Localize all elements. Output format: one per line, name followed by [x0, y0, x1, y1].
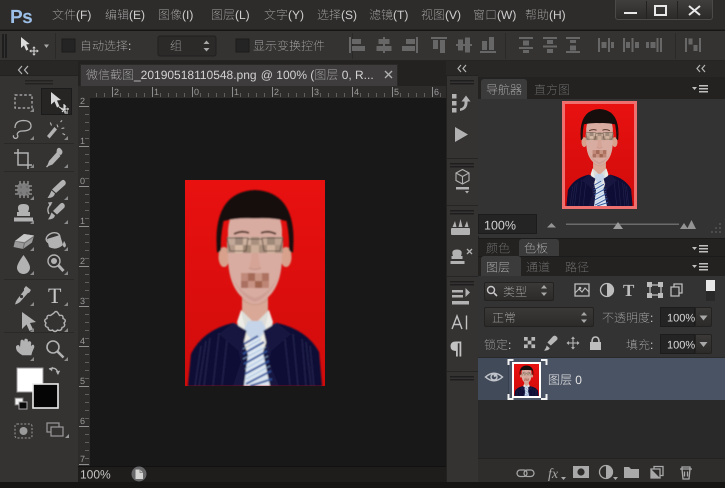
svg-text:100%: 100%	[667, 313, 695, 325]
svg-text:4: 4	[80, 336, 85, 346]
svg-text:_20190518110548.png: _20190518110548.png	[133, 68, 257, 82]
svg-text:(Y): (Y)	[288, 8, 304, 22]
svg-text:R...: R...	[355, 68, 374, 82]
svg-text:Ps: Ps	[10, 7, 32, 28]
svg-text::: :	[650, 338, 653, 352]
svg-text:0: 0	[575, 373, 582, 387]
svg-text::: :	[650, 311, 653, 325]
svg-text:(W): (W)	[497, 8, 516, 22]
svg-text:4: 4	[354, 87, 359, 97]
svg-text:3: 3	[314, 87, 319, 97]
svg-text:1: 1	[80, 136, 85, 146]
svg-text:100%: 100%	[80, 468, 111, 482]
svg-text:(: (	[310, 68, 314, 82]
svg-text:6: 6	[434, 87, 439, 97]
svg-text:(F): (F)	[76, 8, 91, 22]
svg-text:5: 5	[80, 376, 85, 386]
svg-text:(E): (E)	[129, 8, 145, 22]
svg-text:7: 7	[80, 454, 85, 464]
svg-text:0: 0	[80, 176, 85, 186]
svg-text:100%: 100%	[276, 68, 307, 82]
svg-text:100%: 100%	[667, 340, 695, 352]
svg-text:3: 3	[80, 296, 85, 306]
svg-text:(I): (I)	[182, 8, 193, 22]
svg-text:2: 2	[80, 256, 85, 266]
svg-text:5: 5	[394, 87, 399, 97]
svg-text:(V): (V)	[445, 8, 461, 22]
svg-text::: :	[128, 39, 131, 53]
svg-text:1: 1	[80, 216, 85, 226]
svg-text:(S): (S)	[341, 8, 357, 22]
svg-text::: :	[508, 338, 511, 352]
svg-text:(L): (L)	[235, 8, 250, 22]
svg-text:2: 2	[274, 87, 279, 97]
svg-text:6: 6	[80, 416, 85, 426]
svg-text:1: 1	[154, 87, 159, 97]
svg-text:1: 1	[234, 87, 239, 97]
svg-text:@: @	[261, 68, 273, 82]
svg-text:(T): (T)	[393, 8, 408, 22]
svg-text:(H): (H)	[549, 8, 566, 22]
svg-text:100%: 100%	[484, 219, 516, 233]
svg-text:2: 2	[80, 96, 85, 106]
svg-text:0,: 0,	[342, 68, 352, 82]
svg-text:0: 0	[194, 87, 199, 97]
svg-text:2: 2	[114, 87, 119, 97]
